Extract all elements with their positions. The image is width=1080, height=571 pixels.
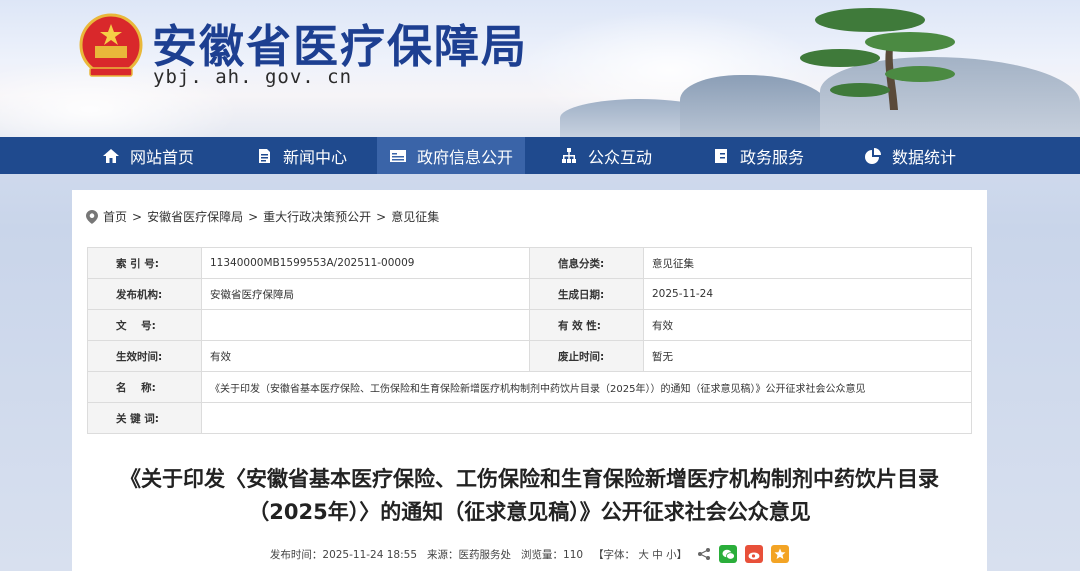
share-bar xyxy=(697,545,790,563)
article-title: 《关于印发〈安徽省基本医疗保险、工伤保险和生育保险新增医疗机构制剂中药饮片目录（… xyxy=(120,467,939,524)
abolish-label: 废止时间: xyxy=(529,340,644,372)
abolish-value: 暂无 xyxy=(643,340,972,372)
effective-value: 有效 xyxy=(201,340,530,372)
national-emblem-icon xyxy=(79,13,143,77)
pie-chart-icon xyxy=(865,147,881,164)
breadcrumb-separator: > xyxy=(132,209,143,224)
source-value: 医药服务处 xyxy=(458,548,512,561)
favorite-star-icon[interactable] xyxy=(771,545,790,563)
site-domain: ybj. ah. gov. cn xyxy=(153,66,353,88)
publish-time: 2025-11-24 18:55 xyxy=(322,548,418,561)
article-info-bar: 发布时间：2025-11-24 18:55 来源：医药服务处 浏览量：110 【… xyxy=(72,545,987,563)
org-chart-icon xyxy=(562,147,576,163)
source-label: 来源： xyxy=(427,548,459,561)
breadcrumb: 首页 > 安徽省医疗保障局 > 重大行政决策预公开 > 意见征集 xyxy=(86,208,439,225)
validity-label: 有 效 性: xyxy=(529,309,644,341)
document-icon xyxy=(259,148,270,163)
nav-item-news[interactable]: 新闻中心 xyxy=(243,137,359,174)
table-row: 文 号: 有 效 性: 有效 xyxy=(87,309,972,341)
content-panel: 首页 > 安徽省医疗保障局 > 重大行政决策预公开 > 意见征集 索 引 号: … xyxy=(72,190,987,571)
publisher-value: 安徽省医疗保障局 xyxy=(201,278,530,310)
header-banner: 安徽省医疗保障局 ybj. ah. gov. cn xyxy=(0,0,1080,137)
nav-item-statistics[interactable]: 数据统计 xyxy=(852,137,968,174)
docno-label: 文 号: xyxy=(87,309,202,341)
book-icon xyxy=(715,148,727,163)
wechat-share-icon[interactable] xyxy=(719,545,738,563)
publisher-label: 发布机构: xyxy=(87,278,202,310)
breadcrumb-decisions[interactable]: 重大行政决策预公开 xyxy=(263,208,371,225)
breadcrumb-separator: > xyxy=(248,209,259,224)
weibo-share-icon[interactable] xyxy=(745,545,764,563)
nav-label: 政府信息公开 xyxy=(417,147,514,167)
effective-label: 生效时间: xyxy=(87,340,202,372)
keywords-label: 关 键 词: xyxy=(87,402,202,434)
breadcrumb-home[interactable]: 首页 xyxy=(103,208,127,225)
views-count: 110 xyxy=(563,548,584,561)
table-row: 索 引 号: 11340000MB1599553A/202511-00009 信… xyxy=(87,247,972,279)
document-meta-table: 索 引 号: 11340000MB1599553A/202511-00009 信… xyxy=(87,247,972,434)
nav-label: 新闻中心 xyxy=(283,147,348,167)
nav-item-home[interactable]: 网站首页 xyxy=(90,137,206,174)
breadcrumb-current[interactable]: 意见征集 xyxy=(391,208,439,225)
nav-label: 网站首页 xyxy=(130,147,195,167)
docno-value xyxy=(201,309,530,341)
location-pin-icon xyxy=(86,209,98,224)
font-size-label: 【字体： xyxy=(593,548,636,561)
nav-label: 公众互动 xyxy=(588,147,653,167)
views-label: 浏览量： xyxy=(521,548,564,561)
validity-value: 有效 xyxy=(643,309,972,341)
name-value: 《关于印发（安徽省基本医疗保险、工伤保险和生育保险新增医疗机构制剂中药饮片目录（… xyxy=(201,371,972,403)
table-row: 发布机构: 安徽省医疗保障局 生成日期: 2025-11-24 xyxy=(87,278,972,310)
nav-item-services[interactable]: 政务服务 xyxy=(700,137,816,174)
breadcrumb-separator: > xyxy=(376,209,387,224)
publish-time-label: 发布时间： xyxy=(269,548,323,561)
keywords-value xyxy=(201,402,972,434)
font-medium-button[interactable]: 中 xyxy=(652,549,663,561)
home-icon xyxy=(103,148,119,163)
date-value: 2025-11-24 xyxy=(643,278,972,310)
nav-item-gov-info[interactable]: 政府信息公开 xyxy=(377,137,526,174)
date-label: 生成日期: xyxy=(529,278,644,310)
index-label: 索 引 号: xyxy=(87,247,202,279)
font-large-button[interactable]: 大 xyxy=(638,549,649,561)
nav-item-interaction[interactable]: 公众互动 xyxy=(548,137,664,174)
category-label: 信息分类: xyxy=(529,247,644,279)
category-value: 意见征集 xyxy=(643,247,972,279)
font-size-close: 】 xyxy=(676,548,688,561)
main-nav: 网站首页 新闻中心 政府信息公开 公众互动 政务服务 数据统计 xyxy=(0,137,1080,174)
nav-label: 数据统计 xyxy=(892,147,957,167)
table-row: 名 称: 《关于印发（安徽省基本医疗保险、工伤保险和生育保险新增医疗机构制剂中药… xyxy=(87,371,972,403)
index-value: 11340000MB1599553A/202511-00009 xyxy=(201,247,530,279)
nav-label: 政务服务 xyxy=(740,147,805,167)
table-row: 生效时间: 有效 废止时间: 暂无 xyxy=(87,340,972,372)
name-label: 名 称: xyxy=(87,371,202,403)
share-icon[interactable] xyxy=(697,547,711,561)
pine-tree-decoration xyxy=(800,8,955,110)
table-row: 关 键 词: xyxy=(87,402,972,434)
id-card-icon xyxy=(390,149,406,162)
font-small-button[interactable]: 小 xyxy=(666,549,677,561)
breadcrumb-bureau[interactable]: 安徽省医疗保障局 xyxy=(147,208,243,225)
